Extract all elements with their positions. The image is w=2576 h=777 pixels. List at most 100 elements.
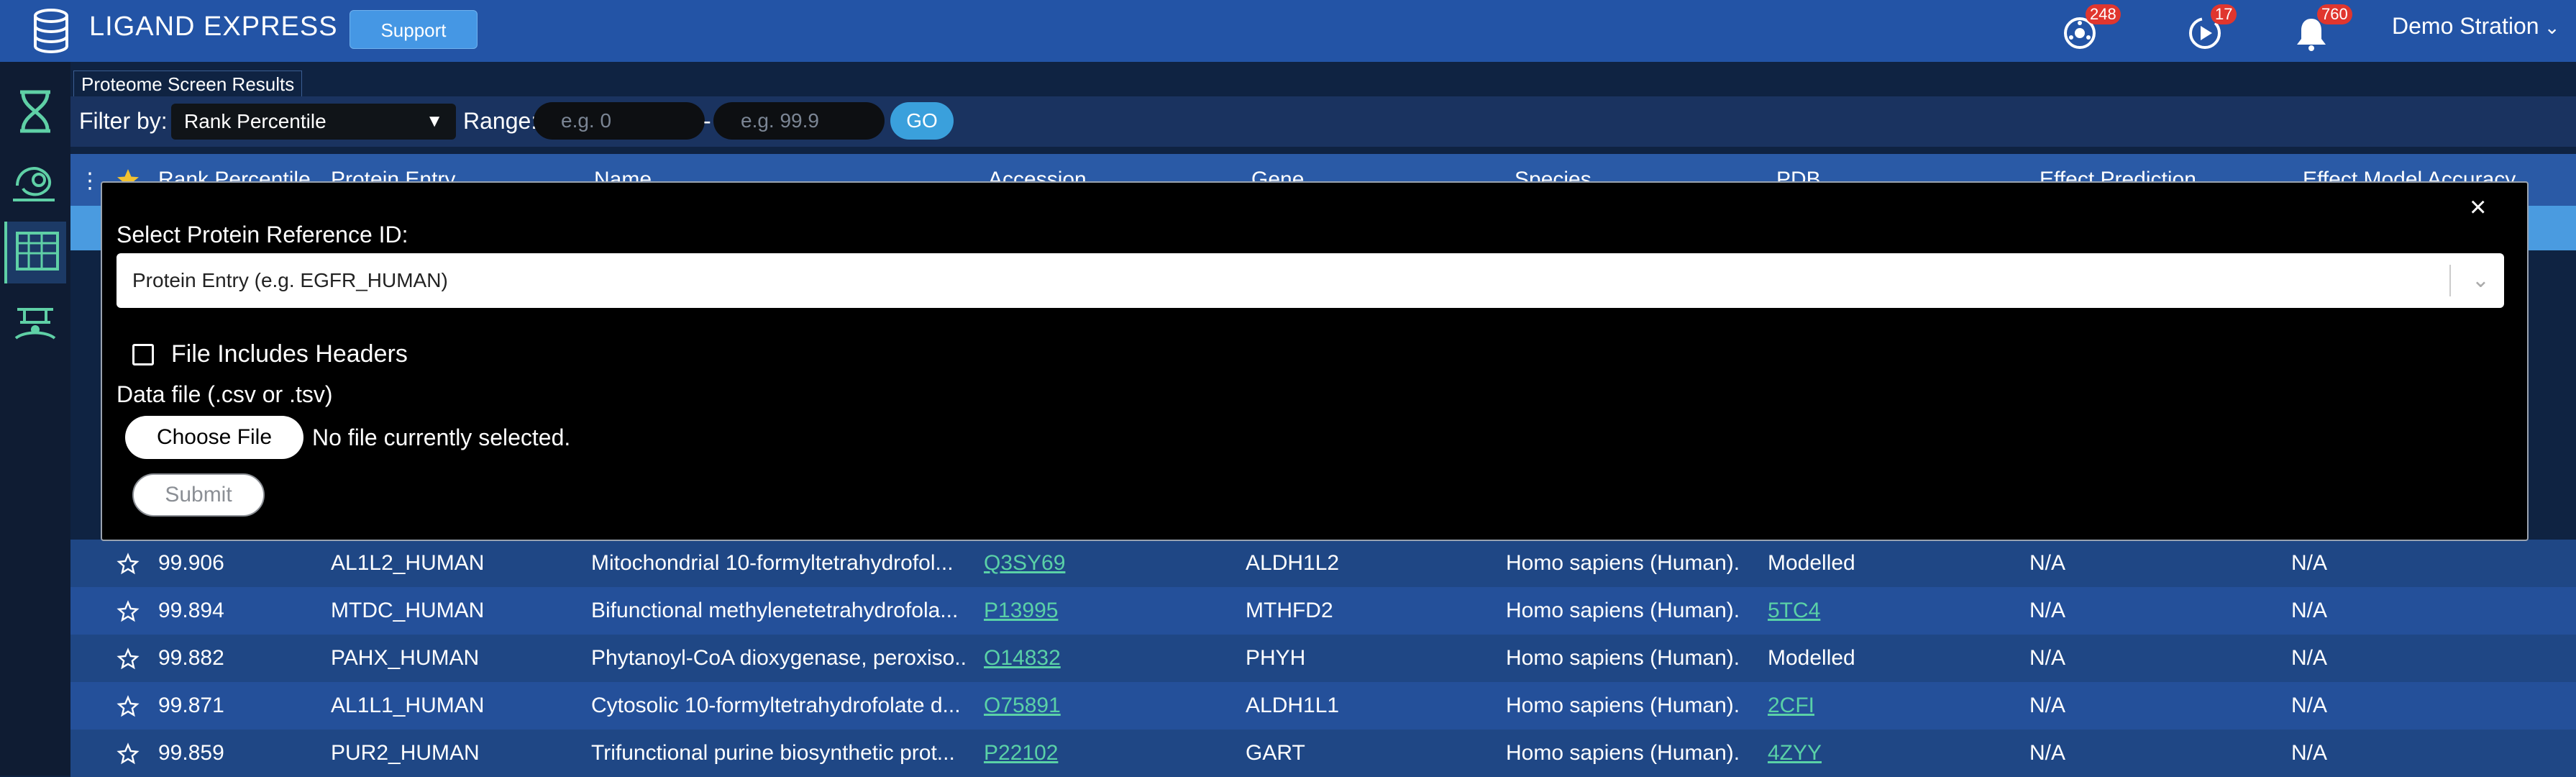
star-outline-icon[interactable] [117, 553, 140, 576]
cell-rank: 99.906 [158, 551, 224, 575]
cell-name: Phytanoyl-CoA dioxygenase, peroxiso... [591, 646, 965, 670]
sidebar [0, 62, 70, 776]
select-divider [2449, 265, 2451, 296]
cell-name: Cytosolic 10-formyltetrahydrofolate d... [591, 694, 961, 717]
table-row[interactable]: 99.871 AL1L1_HUMAN Cytosolic 10-formyltetr… [70, 682, 2576, 730]
star-outline-icon[interactable] [117, 742, 140, 765]
cell-effect: N/A [2029, 694, 2066, 717]
app-title: LIGAND EXPRESS [89, 12, 338, 42]
cell-name: Mitochondrial 10-formyltetrahydrofol... [591, 551, 954, 575]
cell-accession[interactable]: P22102 [984, 730, 1228, 777]
range-label: Range: [463, 108, 538, 134]
cell-pdb: Modelled [1768, 551, 1855, 575]
filter-label: Filter by: [79, 108, 168, 134]
cell-accession[interactable]: Q3SY69 [984, 540, 1228, 587]
cell-accuracy: N/A [2291, 599, 2328, 622]
chevron-down-icon: ▼ [426, 112, 443, 131]
cell-species: Homo sapiens (Human). [1506, 599, 1740, 622]
binding-icon [14, 308, 56, 340]
cell-effect: N/A [2029, 599, 2066, 622]
cell-effect: N/A [2029, 551, 2066, 575]
upload-modal: × Select Protein Reference ID: Protein E… [101, 181, 2529, 541]
cell-pdb: Modelled [1768, 646, 1855, 670]
cell-effect: N/A [2029, 741, 2066, 765]
cell-gene: ALDH1L1 [1246, 694, 1340, 717]
sidebar-item-targets[interactable] [4, 81, 66, 142]
top-bar: LIGAND EXPRESS Support 248 17 760 Demo S… [0, 0, 2576, 62]
badge-count: 760 [2317, 4, 2352, 24]
cell-rank: 99.859 [158, 741, 224, 765]
tab-proteome-screen-results[interactable]: Proteome Screen Results [73, 71, 303, 97]
table-row[interactable]: 99.859 PUR2_HUMAN Trifunctional purine bio… [70, 730, 2576, 777]
cell-gene: PHYH [1246, 646, 1306, 670]
badge-count: 248 [2086, 4, 2121, 24]
table-grid-icon [16, 232, 59, 271]
table-row[interactable]: 99.906 AL1L2_HUMAN Mitochondrial 10-formyl… [70, 540, 2576, 587]
cell-entry: PUR2_HUMAN [331, 741, 480, 765]
range-separator: - [703, 108, 711, 134]
cell-pdb[interactable]: 4ZYY [1768, 730, 2012, 777]
cell-entry: PAHX_HUMAN [331, 646, 480, 670]
select-protein-label: Select Protein Reference ID: [117, 222, 408, 247]
cell-gene: GART [1246, 741, 1305, 765]
star-outline-icon[interactable] [117, 600, 140, 623]
star-outline-icon[interactable] [117, 695, 140, 718]
table-row[interactable]: 99.894 MTDC_HUMAN Bifunctional methylenete… [70, 587, 2576, 635]
protein-reference-value: Protein Entry (e.g. EGFR_HUMAN) [132, 269, 448, 291]
user-menu[interactable]: Demo Stration ⌄ [2392, 10, 2560, 43]
cell-accession[interactable]: O14832 [984, 635, 1228, 682]
table-row[interactable]: 99.882 PAHX_HUMAN Phytanoyl-CoA dioxygenas… [70, 635, 2576, 682]
sidebar-item-results[interactable] [4, 222, 66, 283]
cell-accuracy: N/A [2291, 741, 2328, 765]
tasks-notification-button[interactable]: 248 [2061, 4, 2121, 50]
go-button[interactable]: GO [890, 102, 954, 140]
cell-entry: AL1L1_HUMAN [331, 694, 485, 717]
jobs-notification-button[interactable]: 17 [2186, 4, 2237, 50]
file-status-text: No file currently selected. [312, 424, 571, 450]
chevron-down-icon: ⌄ [2539, 17, 2560, 38]
support-button[interactable]: Support [350, 10, 478, 49]
cell-species: Homo sapiens (Human). [1506, 646, 1740, 670]
cell-gene: MTHFD2 [1246, 599, 1333, 622]
cell-accession[interactable]: P13995 [984, 587, 1228, 635]
cell-rank: 99.882 [158, 646, 224, 670]
sidebar-item-proteins[interactable] [4, 151, 66, 213]
cell-rank: 99.894 [158, 599, 224, 622]
protein-icon [13, 167, 55, 201]
star-outline-icon[interactable] [117, 648, 140, 671]
badge-count: 17 [2211, 4, 2237, 24]
chevron-down-icon: ⌄ [2471, 268, 2490, 292]
cell-accession[interactable]: O75891 [984, 682, 1228, 730]
cell-name: Bifunctional methylenetetrahydrofola... [591, 599, 959, 622]
cell-pdb[interactable]: 2CFI [1768, 682, 2012, 730]
headers-checkbox[interactable] [132, 344, 154, 365]
choose-file-button[interactable]: Choose File [125, 416, 303, 459]
protein-reference-select[interactable]: Protein Entry (e.g. EGFR_HUMAN) ⌄ [117, 253, 2504, 308]
user-name: Demo Stration [2392, 13, 2539, 39]
cell-species: Homo sapiens (Human). [1506, 551, 1740, 575]
datafile-label: Data file (.csv or .tsv) [117, 381, 333, 407]
submit-button[interactable]: Submit [132, 473, 265, 517]
dna-icon [20, 90, 50, 133]
cell-gene: ALDH1L2 [1246, 551, 1340, 575]
cell-entry: AL1L2_HUMAN [331, 551, 485, 575]
cell-entry: MTDC_HUMAN [331, 599, 485, 622]
cell-species: Homo sapiens (Human). [1506, 741, 1740, 765]
range-max-input[interactable]: e.g. 99.9 [713, 102, 885, 140]
cell-rank: 99.871 [158, 694, 224, 717]
alerts-notification-button[interactable]: 760 [2293, 4, 2352, 51]
cell-effect: N/A [2029, 646, 2066, 670]
range-min-input[interactable]: e.g. 0 [534, 102, 705, 140]
headers-checkbox-label[interactable]: File Includes Headers [171, 338, 408, 370]
filter-bar: Filter by: Rank Percentile ▼ Range: e.g.… [70, 96, 2576, 147]
close-icon[interactable]: × [2470, 191, 2486, 223]
cell-accuracy: N/A [2291, 646, 2328, 670]
logo-icon[interactable] [29, 6, 73, 56]
column-menu-icon[interactable]: ⋮ [79, 168, 101, 194]
sidebar-item-docking[interactable] [4, 292, 66, 354]
cell-pdb[interactable]: 5TC4 [1768, 587, 2012, 635]
cell-accuracy: N/A [2291, 551, 2328, 575]
cell-accuracy: N/A [2291, 694, 2328, 717]
filter-select[interactable]: Rank Percentile ▼ [171, 104, 456, 140]
cell-name: Trifunctional purine biosynthetic prot..… [591, 741, 955, 765]
